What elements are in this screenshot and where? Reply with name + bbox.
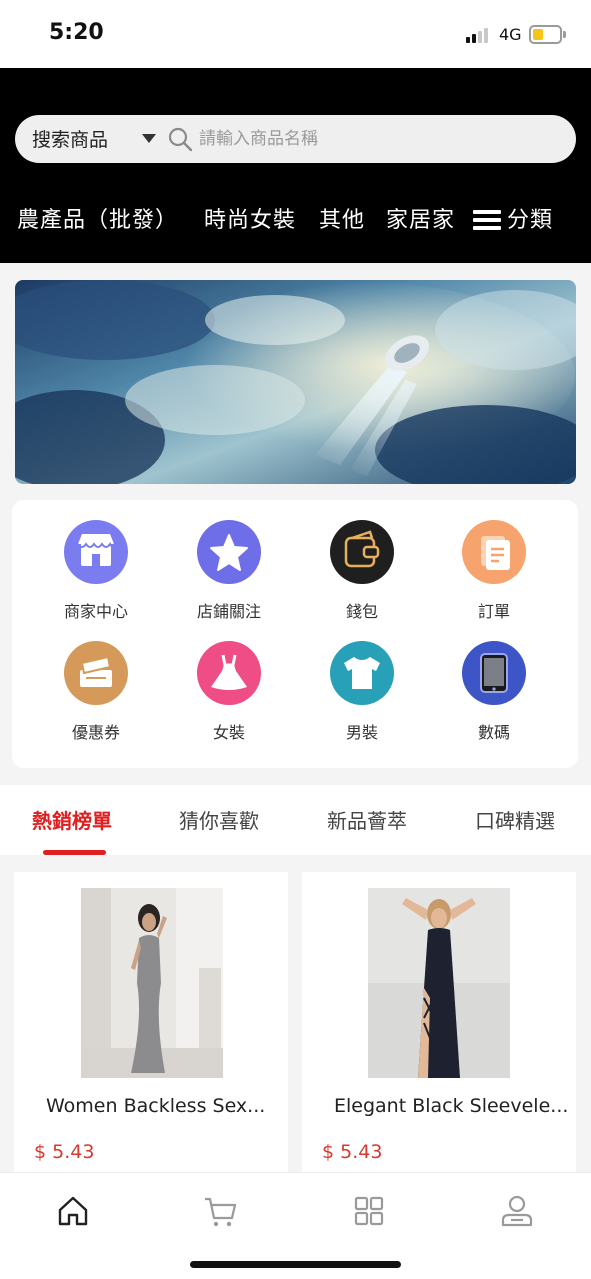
wallet-icon (330, 520, 394, 584)
product-image[interactable] (368, 888, 510, 1078)
product-name[interactable]: Women Backless Sex... (14, 1095, 288, 1117)
battery-nub (563, 31, 566, 38)
shortcut-orders[interactable]: 訂單 (434, 500, 554, 621)
app-screen: 5:20 4G 搜索商品 農產品（批發） 時尚女裝 其他 家居家 (0, 0, 591, 1279)
tshirt-icon (330, 641, 394, 705)
battery-level (533, 29, 543, 40)
cart-icon[interactable] (200, 1191, 240, 1231)
store-icon (64, 520, 128, 584)
category-nav: 農產品（批發） 時尚女裝 其他 家居家 分類 (0, 198, 591, 242)
status-time: 5:20 (49, 20, 104, 45)
tab-top-rated[interactable]: 口碑精選 (475, 805, 555, 834)
coupon-icon (64, 641, 128, 705)
shortcut-label: 訂單 (477, 602, 510, 621)
product-name[interactable]: Elegant Black Sleevele... (302, 1095, 576, 1117)
home-icon[interactable] (53, 1191, 93, 1231)
signal-icon (466, 27, 492, 43)
bottom-nav (0, 1172, 591, 1279)
tab-guess-you-like[interactable]: 猜你喜歡 (179, 805, 259, 834)
shortcut-grid: 商家中心 店鋪關注 錢包 訂單 優惠券 女裝 男裝 數碼 (12, 500, 578, 768)
search-input[interactable] (199, 124, 559, 154)
search-bar: 搜索商品 (15, 115, 576, 163)
category-item-home[interactable]: 家居家 (386, 202, 455, 234)
shortcut-womens-wear[interactable]: 女裝 (169, 621, 289, 742)
banner-image (15, 280, 576, 484)
shortcut-label: 男裝 (345, 723, 378, 742)
header: 搜索商品 農產品（批發） 時尚女裝 其他 家居家 分類 (0, 68, 591, 263)
shortcut-coupons[interactable]: 優惠券 (36, 621, 156, 742)
product-tabs: 熱銷榜單 猜你喜歡 新品薈萃 口碑精選 (0, 785, 591, 855)
category-menu-button[interactable]: 分類 (507, 202, 553, 234)
tab-hot-sales[interactable]: 熱銷榜單 (32, 805, 112, 834)
order-icon (462, 520, 526, 584)
shortcut-label: 數碼 (477, 723, 510, 742)
network-type: 4G (499, 25, 522, 44)
shortcut-label: 女裝 (212, 723, 245, 742)
dress-icon (197, 641, 261, 705)
user-icon[interactable] (497, 1191, 537, 1231)
shortcut-label: 店鋪關注 (196, 602, 261, 621)
promo-banner[interactable] (15, 280, 576, 484)
category-grid-icon[interactable] (349, 1191, 389, 1231)
tablet-icon (462, 641, 526, 705)
product-card[interactable]: Women Backless Sex... $ 5.43 (14, 872, 288, 1182)
tab-new-arrivals[interactable]: 新品薈萃 (327, 805, 407, 834)
shortcut-mens-wear[interactable]: 男裝 (302, 621, 422, 742)
caret-down-icon[interactable] (142, 134, 156, 143)
product-price: $ 5.43 (322, 1141, 383, 1163)
home-indicator (190, 1261, 401, 1268)
shortcut-label: 錢包 (345, 602, 378, 621)
category-item-womens-fashion[interactable]: 時尚女裝 (204, 202, 296, 234)
star-icon (197, 520, 261, 584)
shortcut-merchant-center[interactable]: 商家中心 (36, 500, 156, 621)
search-category-select[interactable]: 搜索商品 (32, 125, 108, 152)
product-price: $ 5.43 (34, 1141, 95, 1163)
active-tab-indicator (43, 850, 106, 855)
product-image[interactable] (81, 888, 223, 1078)
product-card[interactable]: Elegant Black Sleevele... $ 5.43 (302, 872, 576, 1182)
shortcut-wallet[interactable]: 錢包 (302, 500, 422, 621)
battery-icon (529, 25, 562, 44)
shortcut-store-follow[interactable]: 店鋪關注 (169, 500, 289, 621)
status-bar: 5:20 4G (0, 0, 591, 68)
menu-icon[interactable] (473, 210, 501, 232)
category-item-agriculture[interactable]: 農產品（批發） (17, 202, 178, 234)
shortcut-label: 商家中心 (63, 602, 128, 621)
search-icon[interactable] (167, 126, 193, 152)
shortcut-digital[interactable]: 數碼 (434, 621, 554, 742)
category-item-other[interactable]: 其他 (319, 202, 365, 234)
shortcut-label: 優惠券 (71, 723, 120, 742)
